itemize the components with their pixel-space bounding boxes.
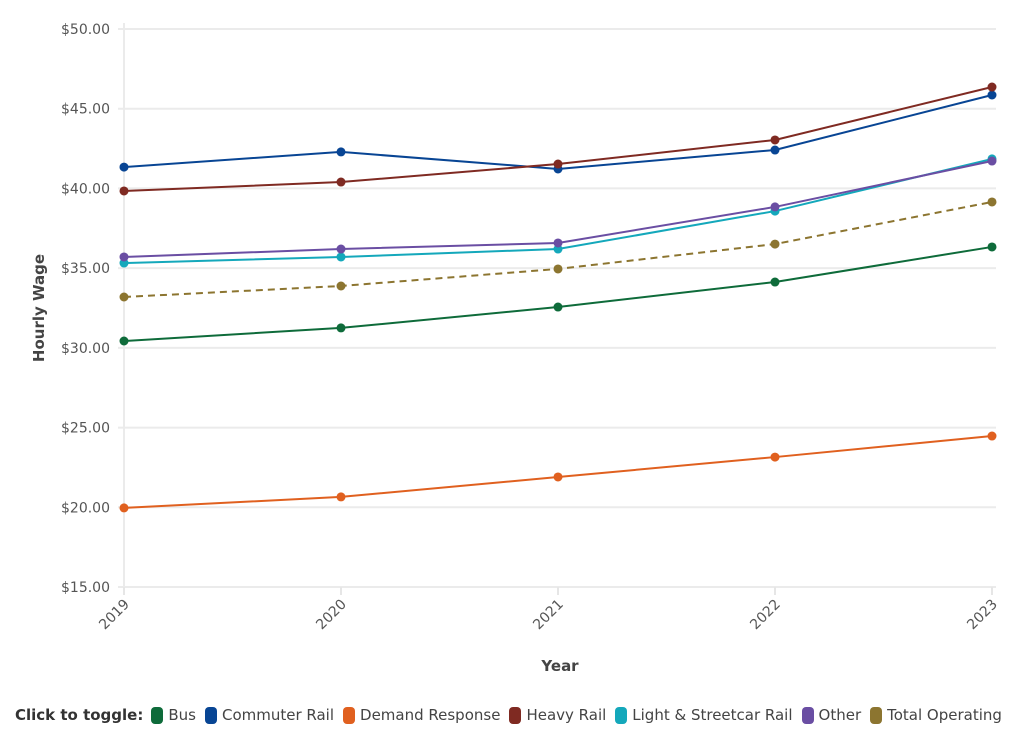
legend-item-commuter-rail[interactable]: Commuter Rail — [204, 706, 335, 724]
data-point-heavy-rail — [770, 135, 780, 145]
data-point-commuter-rail — [336, 147, 346, 157]
data-point-heavy-rail — [336, 177, 346, 187]
x-tick-label: 2022 — [747, 597, 784, 634]
y-axis-title: Hourly Wage — [30, 254, 48, 362]
legend-label: Light & Streetcar Rail — [632, 706, 793, 724]
legend-item-heavy-rail[interactable]: Heavy Rail — [509, 706, 606, 724]
series-heavy-rail — [119, 82, 997, 196]
data-point-total-operating — [987, 197, 997, 207]
legend-title: Click to toggle: — [15, 706, 144, 724]
x-tick-label: 2021 — [530, 597, 567, 634]
legend-swatch — [151, 706, 164, 724]
data-point-demand-response — [553, 472, 563, 482]
data-point-other — [119, 252, 129, 262]
legend-swatch — [343, 706, 356, 724]
data-point-demand-response — [336, 492, 346, 502]
y-tick-label: $40.00 — [61, 181, 110, 197]
legend-item-other[interactable]: Other — [801, 706, 862, 724]
series-line-demand-response — [123, 435, 993, 509]
series-line-commuter-rail — [123, 94, 993, 170]
legend-item-bus[interactable]: Bus — [151, 706, 196, 724]
series-line-bus — [123, 245, 993, 342]
x-axis-ticks: 2019 2020 2021 2022 2023 — [96, 587, 1001, 633]
data-point-bus — [987, 242, 997, 252]
legend-label: Demand Response — [360, 706, 501, 724]
data-point-demand-response — [987, 431, 997, 441]
y-tick-label: $45.00 — [61, 102, 110, 118]
data-point-bus — [553, 302, 563, 312]
x-tick-label: 2019 — [96, 597, 133, 634]
data-point-total-operating — [336, 281, 346, 291]
data-point-heavy-rail — [553, 159, 563, 169]
data-point-other — [987, 156, 997, 166]
data-point-heavy-rail — [119, 186, 129, 196]
y-tick-label: $35.00 — [61, 261, 110, 277]
legend-item-demand-response[interactable]: Demand Response — [343, 706, 500, 724]
data-point-total-operating — [119, 292, 129, 302]
y-tick-label: $25.00 — [61, 421, 110, 437]
series-line-heavy-rail — [123, 86, 993, 192]
legend-item-light-streetcar-rail[interactable]: Light & Streetcar Rail — [615, 706, 793, 724]
data-point-bus — [119, 336, 129, 346]
data-point-other — [336, 244, 346, 254]
data-point-other — [770, 202, 780, 212]
y-tick-label: $20.00 — [61, 500, 110, 516]
series-lines — [119, 82, 997, 513]
line-chart: $15.00 $20.00 $25.00 $30.00 $35.00 $40.00 $45.… — [30, 22, 1001, 675]
data-point-heavy-rail — [987, 82, 997, 92]
legend-label: Other — [818, 706, 862, 724]
legend-label: Commuter Rail — [221, 706, 335, 724]
legend-swatch — [870, 706, 883, 724]
series-bus — [119, 242, 997, 346]
data-point-commuter-rail — [987, 90, 997, 100]
data-point-demand-response — [119, 503, 129, 513]
data-point-commuter-rail — [119, 162, 129, 172]
data-point-light-streetcar-rail — [336, 252, 346, 262]
legend-label: Bus — [168, 706, 196, 724]
x-tick-label: 2020 — [313, 597, 350, 634]
legend: Click to toggle: Bus Commuter Rail Demand … — [15, 706, 1011, 724]
data-point-other — [553, 238, 563, 248]
data-point-bus — [770, 277, 780, 287]
series-demand-response — [119, 431, 997, 513]
data-point-total-operating — [553, 264, 563, 274]
legend-label: Total Operating — [887, 706, 1002, 724]
data-point-commuter-rail — [770, 145, 780, 155]
y-tick-label: $30.00 — [61, 341, 110, 357]
legend-swatch — [615, 706, 628, 724]
data-point-bus — [336, 323, 346, 333]
x-axis-title: Year — [540, 657, 579, 675]
data-point-total-operating — [770, 239, 780, 249]
x-tick-label: 2023 — [964, 597, 1001, 634]
y-tick-label: $50.00 — [61, 22, 110, 38]
legend-item-total-operating[interactable]: Total Operating — [870, 706, 1002, 724]
y-axis-ticks: $15.00 $20.00 $25.00 $30.00 $35.00 $40.00 $45.… — [61, 22, 110, 596]
y-tick-label: $15.00 — [61, 580, 110, 596]
legend-label: Heavy Rail — [526, 706, 607, 724]
legend-swatch — [204, 706, 217, 724]
legend-swatch — [509, 706, 522, 724]
legend-swatch — [801, 706, 814, 724]
data-point-demand-response — [770, 452, 780, 462]
